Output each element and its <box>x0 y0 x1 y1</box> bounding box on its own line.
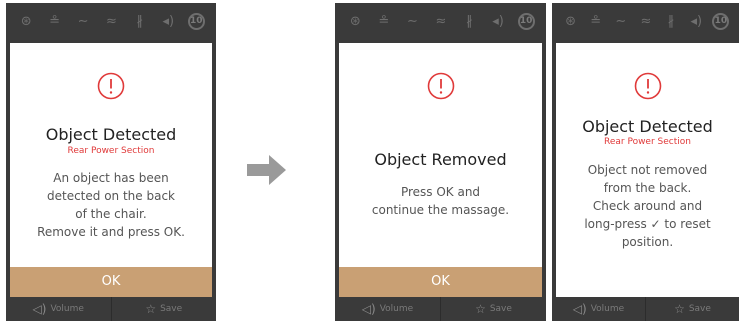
massage-icon: ⊛ <box>565 14 577 29</box>
star-icon: ☆ <box>674 302 685 316</box>
bottom-bar: ◁) Volume ☆ Save <box>552 297 739 321</box>
air-icon: ≗ <box>378 14 390 29</box>
right-arrow-icon <box>247 155 286 185</box>
heat-icon: ≈ <box>640 14 652 29</box>
status-bar: ⊛ ≗ ∼ ≈ ∦ ◂) 10 <box>552 3 739 40</box>
save-label: Save <box>160 304 183 314</box>
stretch-icon: ∼ <box>406 14 418 29</box>
massage-icon: ⊛ <box>20 14 32 29</box>
message-line: Remove it and press OK. <box>37 225 185 239</box>
screen-object-not-removed: ⊛ ≗ ∼ ≈ ∦ ◂) 10 Object Detected Rear Pow… <box>552 3 739 321</box>
bottom-bar: ◁) Volume ☆ Save <box>6 297 216 321</box>
air-icon: ≗ <box>590 14 602 29</box>
stretch-icon: ∼ <box>77 14 89 29</box>
save-label: Save <box>489 304 512 314</box>
dialog-subtitle: Rear Power Section <box>604 137 691 147</box>
alert-dialog: Object Detected Rear Power Section Objec… <box>556 43 739 297</box>
timer-badge-icon: 10 <box>712 13 730 30</box>
volume-label: Volume <box>379 304 414 314</box>
status-bar: ⊛ ≗ ∼ ≈ ∦ ◂) 10 <box>335 3 546 40</box>
volume-button[interactable]: ◁) Volume <box>552 297 645 321</box>
dialog-message: Object not removed from the back. Check … <box>558 161 737 251</box>
dialog-message: An object has been detected on the back … <box>16 169 206 241</box>
warning-icon <box>97 72 125 100</box>
message-line: Press OK and <box>400 185 481 199</box>
bottom-bar: ◁) Volume ☆ Save <box>335 297 546 321</box>
dialog-message: Press OK and continue the massage. <box>345 183 536 219</box>
volume-icon: ◂) <box>492 14 504 29</box>
volume-label: Volume <box>50 304 84 314</box>
bluetooth-icon: ∦ <box>136 14 144 29</box>
save-button[interactable]: ☆ Save <box>110 297 217 321</box>
status-bar: ⊛ ≗ ∼ ≈ ∦ ◂) 10 <box>6 3 216 40</box>
bluetooth-icon: ∦ <box>466 14 473 29</box>
warning-icon <box>634 72 661 100</box>
speaker-icon: ◁) <box>32 302 47 316</box>
message-line: Object not removed <box>587 163 708 177</box>
star-icon: ☆ <box>475 302 486 316</box>
warning-icon <box>427 72 454 100</box>
volume-button[interactable]: ◁) Volume <box>6 297 111 321</box>
dialog-subtitle: Rear Power Section <box>67 146 155 156</box>
star-icon: ☆ <box>145 302 157 316</box>
ok-button[interactable]: OK <box>10 267 212 297</box>
speaker-icon: ◁) <box>361 302 376 316</box>
message-line: long-press ✓ to reset <box>584 217 711 231</box>
massage-icon: ⊛ <box>349 14 361 29</box>
save-label: Save <box>688 304 711 314</box>
save-button[interactable]: ☆ Save <box>440 297 546 321</box>
screen-object-detected: ⊛ ≗ ∼ ≈ ∦ ◂) 10 Object Detected Rear Pow… <box>6 3 216 321</box>
volume-icon: ◂) <box>162 14 175 29</box>
bluetooth-icon: ∦ <box>667 14 675 29</box>
ok-button[interactable]: OK <box>339 267 542 297</box>
heat-icon: ≈ <box>106 14 117 29</box>
speaker-icon: ◁) <box>572 302 587 316</box>
stretch-icon: ∼ <box>615 14 627 29</box>
message-line: Check around and <box>592 199 703 213</box>
dialog-title: Object Detected <box>582 117 713 136</box>
timer-badge-icon: 10 <box>187 13 205 30</box>
message-line: An object has been <box>53 171 169 185</box>
dialog-title: Object Detected <box>45 125 177 144</box>
air-icon: ≗ <box>49 14 61 29</box>
message-line: from the back. <box>603 181 692 195</box>
alert-dialog: Object Removed Press OK and continue the… <box>339 43 542 297</box>
screen-object-removed: ⊛ ≗ ∼ ≈ ∦ ◂) 10 Object Removed Press OK … <box>335 3 546 321</box>
volume-button[interactable]: ◁) Volume <box>335 297 440 321</box>
save-button[interactable]: ☆ Save <box>645 297 739 321</box>
alert-dialog: Object Detected Rear Power Section An ob… <box>10 43 212 297</box>
message-line: of the chair. <box>75 207 147 221</box>
dialog-title: Object Removed <box>374 150 507 169</box>
message-line: detected on the back <box>47 189 175 203</box>
volume-label: Volume <box>590 304 625 314</box>
volume-icon: ◂) <box>690 14 703 29</box>
timer-badge-icon: 10 <box>517 13 535 30</box>
message-line: continue the massage. <box>371 203 510 217</box>
heat-icon: ≈ <box>435 14 447 29</box>
message-line: position. <box>621 235 674 249</box>
